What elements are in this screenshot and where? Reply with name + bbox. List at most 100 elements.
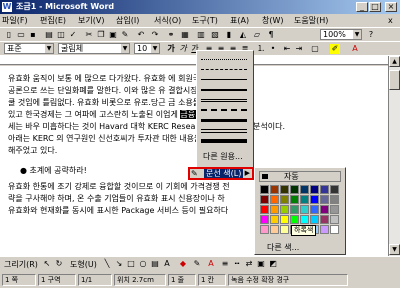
menu-window[interactable]: 창(W) xyxy=(262,15,284,26)
show-hide-icon[interactable]: ¶ xyxy=(266,30,276,40)
menu-tools[interactable]: 도구(T) xyxy=(192,15,218,26)
color-swatch[interactable] xyxy=(260,205,269,214)
color-swatch[interactable] xyxy=(300,195,309,204)
color-swatch[interactable] xyxy=(270,195,279,204)
cut-icon[interactable]: ✂ xyxy=(84,30,94,40)
color-swatch[interactable] xyxy=(290,215,299,224)
hyperlink-icon[interactable]: ⚭ xyxy=(166,30,176,40)
copy-icon[interactable]: ❐ xyxy=(96,30,106,40)
color-swatch[interactable] xyxy=(310,215,319,224)
color-swatch[interactable] xyxy=(290,185,299,194)
border-option[interactable] xyxy=(201,99,247,102)
color-swatch[interactable] xyxy=(320,215,329,224)
automatic-color-button[interactable]: 자동 xyxy=(259,171,341,182)
color-swatch[interactable] xyxy=(270,215,279,224)
redo-icon[interactable]: ↷ xyxy=(150,30,160,40)
color-swatch[interactable] xyxy=(300,205,309,214)
menu-format[interactable]: 서식(O) xyxy=(154,15,181,26)
menu-table[interactable]: 표(A) xyxy=(230,15,249,26)
color-swatch[interactable] xyxy=(320,225,329,234)
style-combo[interactable]: 표준 ▼ xyxy=(4,43,54,54)
highlight-icon[interactable]: ✐ xyxy=(330,44,340,54)
line-style-icon[interactable]: ≡ xyxy=(220,259,230,269)
bold-icon[interactable]: 가 xyxy=(166,44,176,54)
document-close-icon[interactable]: x xyxy=(388,16,393,25)
insert-excel-icon[interactable]: ▧ xyxy=(210,30,220,40)
border-option[interactable] xyxy=(201,119,247,122)
menu-edit[interactable]: 편집(E) xyxy=(40,15,66,26)
chevron-down-icon[interactable]: ▼ xyxy=(353,30,361,39)
paste-icon[interactable]: ▣ xyxy=(108,30,118,40)
oval-tool-icon[interactable]: ○ xyxy=(138,259,148,269)
color-swatch[interactable] xyxy=(290,195,299,204)
color-swatch[interactable] xyxy=(260,195,269,204)
menu-view[interactable]: 보기(V) xyxy=(78,15,104,26)
line-tool-icon[interactable]: ╲ xyxy=(102,259,112,269)
color-swatch[interactable] xyxy=(330,205,339,214)
color-swatch[interactable] xyxy=(260,185,269,194)
textbox-icon[interactable]: ▤ xyxy=(150,259,160,269)
maximize-icon[interactable]: □ xyxy=(369,2,381,12)
insert-table-icon[interactable]: ▥ xyxy=(196,30,206,40)
color-swatch[interactable] xyxy=(270,205,279,214)
arrow-style-icon[interactable]: ⇄ xyxy=(244,259,254,269)
italic-icon[interactable]: 가 xyxy=(178,44,188,54)
more-borders-button[interactable]: 다른 원용... xyxy=(203,151,243,162)
color-swatch[interactable] xyxy=(270,225,279,234)
columns-icon[interactable]: ▮ xyxy=(224,30,234,40)
minimize-icon[interactable]: _ xyxy=(356,2,368,12)
help-icon[interactable]: ? xyxy=(366,30,376,40)
bullets-icon[interactable]: • xyxy=(268,44,278,54)
spelling-icon[interactable]: ✓ xyxy=(68,30,78,40)
color-swatch[interactable] xyxy=(280,205,289,214)
color-swatch[interactable] xyxy=(280,215,289,224)
3d-icon[interactable]: ◩ xyxy=(268,259,278,269)
menu-insert[interactable]: 삽입(I) xyxy=(116,15,139,26)
color-swatch[interactable] xyxy=(330,215,339,224)
select-objects-icon[interactable]: ↖ xyxy=(42,259,52,269)
print-icon[interactable]: ▤ xyxy=(44,30,54,40)
decrease-indent-icon[interactable]: ⇤ xyxy=(282,44,292,54)
color-swatch[interactable] xyxy=(310,195,319,204)
drawing-icon[interactable]: ◭ xyxy=(238,30,248,40)
word-app-icon[interactable]: W xyxy=(2,2,12,12)
vertical-scrollbar[interactable]: ▲ ▼ xyxy=(388,56,400,256)
border-option[interactable] xyxy=(201,129,247,133)
color-swatch[interactable] xyxy=(280,195,289,204)
border-option[interactable] xyxy=(201,69,247,70)
chevron-down-icon[interactable]: ▼ xyxy=(121,44,129,53)
font-size-combo[interactable]: 10 ▼ xyxy=(134,43,160,54)
print-preview-icon[interactable]: ◫ xyxy=(56,30,66,40)
format-painter-icon[interactable]: ✎ xyxy=(120,30,130,40)
scroll-thumb[interactable] xyxy=(389,70,400,90)
rectangle-tool-icon[interactable]: □ xyxy=(126,259,136,269)
free-rotate-icon[interactable]: ↻ xyxy=(54,259,64,269)
font-color-icon[interactable]: A xyxy=(350,44,360,54)
line-color-button[interactable]: ✎ 문선 색(L) ▶ xyxy=(188,167,254,180)
color-swatch[interactable] xyxy=(330,185,339,194)
zoom-combo[interactable]: 100% ▼ xyxy=(320,29,362,40)
numbering-icon[interactable]: ⒈ xyxy=(256,44,266,54)
color-swatch[interactable] xyxy=(320,185,329,194)
border-option[interactable] xyxy=(201,89,247,91)
increase-indent-icon[interactable]: ⇥ xyxy=(294,44,304,54)
menu-file[interactable]: 파일(F) xyxy=(2,15,28,26)
chevron-down-icon[interactable]: ▼ xyxy=(151,44,159,53)
border-icon[interactable]: ▢ xyxy=(310,44,320,54)
document-map-icon[interactable]: ▱ xyxy=(252,30,262,40)
arrow-tool-icon[interactable]: ↘ xyxy=(114,259,124,269)
open-icon[interactable]: ▭ xyxy=(16,30,26,40)
autoshapes-button[interactable]: 도형(U) xyxy=(70,259,97,270)
undo-icon[interactable]: ↶ xyxy=(136,30,146,40)
color-swatch[interactable] xyxy=(260,225,269,234)
color-swatch[interactable] xyxy=(300,215,309,224)
border-option[interactable] xyxy=(201,79,247,80)
fill-color-icon[interactable]: ◆ xyxy=(178,259,188,269)
color-swatch[interactable] xyxy=(330,195,339,204)
draw-font-color-icon[interactable]: A xyxy=(206,259,216,269)
color-swatch[interactable] xyxy=(290,205,299,214)
color-swatch[interactable] xyxy=(260,215,269,224)
scroll-up-icon[interactable]: ▲ xyxy=(389,56,400,67)
color-swatch[interactable] xyxy=(310,185,319,194)
border-option[interactable] xyxy=(201,59,247,60)
